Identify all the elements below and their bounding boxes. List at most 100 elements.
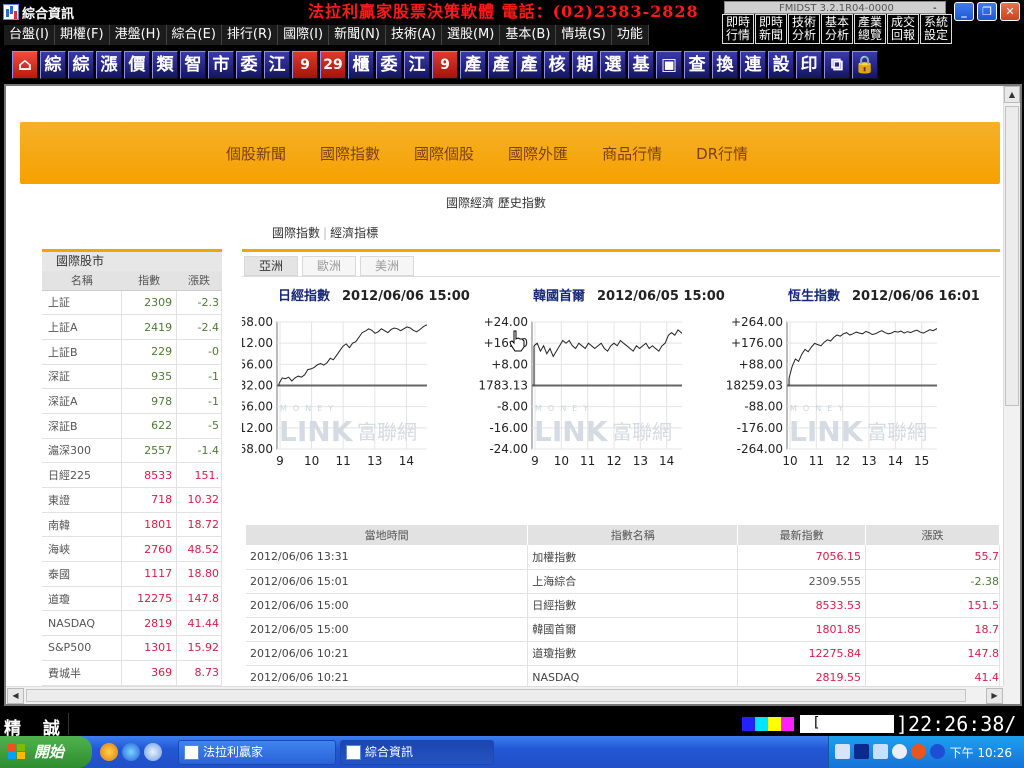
home-button[interactable]: ⌂ — [12, 51, 38, 79]
antivirus-icon[interactable] — [911, 744, 926, 759]
nav-item-5[interactable]: DR行情 — [696, 143, 748, 164]
table-row[interactable]: 2012/06/06 15:00 日經指數 8533.53 151.5 — [246, 593, 1000, 618]
toolbar-button-18[interactable]: 產 — [516, 51, 542, 79]
quick-button-4[interactable]: 產業 總覽 — [854, 14, 886, 44]
toolbar-button-26[interactable]: 連 — [740, 51, 766, 79]
nav-item-4[interactable]: 商品行情 — [602, 143, 662, 164]
intl-stock-row[interactable]: 泰國 1117 18.80 — [42, 561, 222, 587]
intl-stock-row[interactable]: 道瓊 12275 147.8 — [42, 586, 222, 612]
command-input[interactable] — [68, 713, 738, 735]
bluetooth-icon[interactable] — [930, 744, 945, 759]
intl-stock-row[interactable]: 深証B 622 -5 — [42, 413, 222, 439]
region-tab-2[interactable]: 美洲 — [360, 256, 414, 276]
vertical-scroll-thumb[interactable] — [1005, 106, 1019, 406]
region-tab-0[interactable]: 亞洲 — [244, 256, 298, 276]
quick-button-3[interactable]: 基本 分析 — [821, 14, 853, 44]
menu-item-3[interactable]: 綜合(E) — [166, 25, 222, 45]
toolbar-button-27[interactable]: 設 — [768, 51, 794, 79]
toolbar-button-14[interactable]: 江 — [404, 51, 430, 79]
volume-icon[interactable] — [873, 744, 888, 759]
menu-item-11[interactable]: 功能 — [611, 25, 649, 45]
intl-stock-row[interactable]: 海峽 2760 48.52 — [42, 536, 222, 563]
quick-button-1[interactable]: 即時 新聞 — [755, 14, 787, 44]
minimize-button[interactable]: _ — [954, 2, 974, 21]
quick-button-5[interactable]: 成交 回報 — [887, 14, 919, 44]
menu-item-9[interactable]: 基本(B) — [500, 25, 557, 45]
menu-item-4[interactable]: 排行(R) — [221, 25, 279, 45]
toolbar-button-21[interactable]: 選 — [600, 51, 626, 79]
firefox-icon[interactable] — [100, 743, 118, 761]
toolbar-button-5[interactable]: 類 — [152, 51, 178, 79]
scroll-left-icon[interactable]: ◀ — [7, 688, 24, 704]
start-button[interactable]: 開始 — [0, 736, 92, 768]
task-general-info[interactable]: 綜合資訊 — [340, 740, 494, 765]
nav-item-0[interactable]: 個股新聞 — [226, 143, 286, 164]
quick-button-6[interactable]: 系統 設定 — [920, 14, 952, 44]
intl-stock-row[interactable]: 上証A 2419 -2.4 — [42, 314, 222, 340]
intl-stock-row[interactable]: 上証B 229 -0 — [42, 339, 222, 365]
toolbar-button-19[interactable]: 核 — [544, 51, 570, 79]
toolbar-button-12[interactable]: 櫃 — [348, 51, 374, 79]
horizontal-scrollbar[interactable]: ◀ ▶ — [6, 686, 1006, 704]
toolbar-button-22[interactable]: 基 — [628, 51, 654, 79]
intl-stock-row[interactable]: NASDAQ 2819 41.44 — [42, 610, 222, 637]
region-tab-1[interactable]: 歐洲 — [302, 256, 356, 276]
toolbar-button-4[interactable]: 價 — [124, 51, 150, 79]
toolbar-button-3[interactable]: 漲 — [96, 51, 122, 79]
nav-item-3[interactable]: 國際外匯 — [508, 143, 568, 164]
table-row[interactable]: 2012/06/06 15:01 上海綜合 2309.555 -2.38 — [246, 569, 1000, 594]
scroll-up-icon[interactable]: ▲ — [1004, 86, 1020, 103]
intl-stock-row[interactable]: 深証A 978 -1 — [42, 388, 222, 414]
toolbar-button-30[interactable]: 🔒 — [852, 51, 878, 79]
intl-stock-row[interactable]: 日經225 8533 151. — [42, 462, 222, 488]
menu-item-1[interactable]: 期權(F) — [54, 25, 110, 45]
intl-stock-row[interactable]: 滬深300 2557 -1.4 — [42, 438, 222, 464]
intl-stock-row[interactable]: 東證 718 10.32 — [42, 487, 222, 513]
close-button[interactable]: ✕ — [1000, 2, 1020, 21]
quick-button-0[interactable]: 即時 行情 — [722, 14, 754, 44]
toolbar-button-9[interactable]: 江 — [264, 51, 290, 79]
scroll-right-icon[interactable]: ▶ — [986, 688, 1003, 704]
quick-button-2[interactable]: 技術 分析 — [788, 14, 820, 44]
menu-item-6[interactable]: 新聞(N) — [329, 25, 386, 45]
back-icon[interactable] — [892, 744, 907, 759]
toolbar-button-15[interactable]: 9 — [432, 51, 458, 79]
code-input[interactable]: [ — [800, 715, 894, 733]
table-row[interactable]: 2012/06/05 15:00 韓國首爾 1801.85 18.7 — [246, 617, 1000, 642]
ie-icon[interactable] — [122, 743, 140, 761]
toolbar-button-29[interactable]: ⧉ — [824, 51, 850, 79]
intl-stock-row[interactable]: 上証 2309 -2.3 — [42, 290, 222, 316]
restore-button[interactable]: ❐ — [977, 2, 997, 21]
toolbar-button-17[interactable]: 產 — [488, 51, 514, 79]
intl-stock-row[interactable]: 南韓 1801 18.72 — [42, 512, 222, 538]
nav-item-2[interactable]: 國際個股 — [414, 143, 474, 164]
show-desktop-icon[interactable] — [144, 743, 162, 761]
subtab-economic[interactable]: 經濟指標 — [330, 226, 378, 240]
toolbar-button-2[interactable]: 綜 — [68, 51, 94, 79]
toolbar-button-25[interactable]: 換 — [712, 51, 738, 79]
horizontal-scroll-thumb[interactable] — [26, 689, 966, 702]
toolbar-button-7[interactable]: 市 — [208, 51, 234, 79]
toolbar-button-1[interactable]: 綜 — [40, 51, 66, 79]
menu-item-0[interactable]: 台盤(I) — [4, 25, 55, 45]
menu-item-7[interactable]: 技術(A) — [385, 25, 442, 45]
table-row[interactable]: 2012/06/06 10:21 道瓊指數 12275.84 147.8 — [246, 641, 1000, 666]
toolbar-button-13[interactable]: 委 — [376, 51, 402, 79]
help-icon[interactable] — [854, 744, 869, 759]
toolbar-button-20[interactable]: 期 — [572, 51, 598, 79]
toolbar-button-11[interactable]: 29 — [320, 51, 346, 79]
toolbar-button-16[interactable]: 產 — [460, 51, 486, 79]
menu-item-5[interactable]: 國際(I) — [278, 25, 330, 45]
intl-stock-row[interactable]: 深証 935 -1 — [42, 364, 222, 390]
table-row[interactable]: 2012/06/06 13:31 加權指數 7056.15 55.7 — [246, 545, 1000, 570]
toolbar-button-8[interactable]: 委 — [236, 51, 262, 79]
subtab-intl-index[interactable]: 國際指數 — [272, 226, 320, 240]
menu-item-8[interactable]: 選股(M) — [441, 25, 501, 45]
intl-stock-row[interactable]: S&P500 1301 15.92 — [42, 635, 222, 661]
menu-item-10[interactable]: 情境(S) — [556, 25, 612, 45]
toolbar-button-24[interactable]: 查 — [684, 51, 710, 79]
task-ferrari[interactable]: 法拉利贏家 — [178, 740, 336, 765]
menu-item-2[interactable]: 港盤(H) — [109, 25, 167, 45]
toolbar-button-28[interactable]: 印 — [796, 51, 822, 79]
nav-item-1[interactable]: 國際指數 — [320, 143, 380, 164]
